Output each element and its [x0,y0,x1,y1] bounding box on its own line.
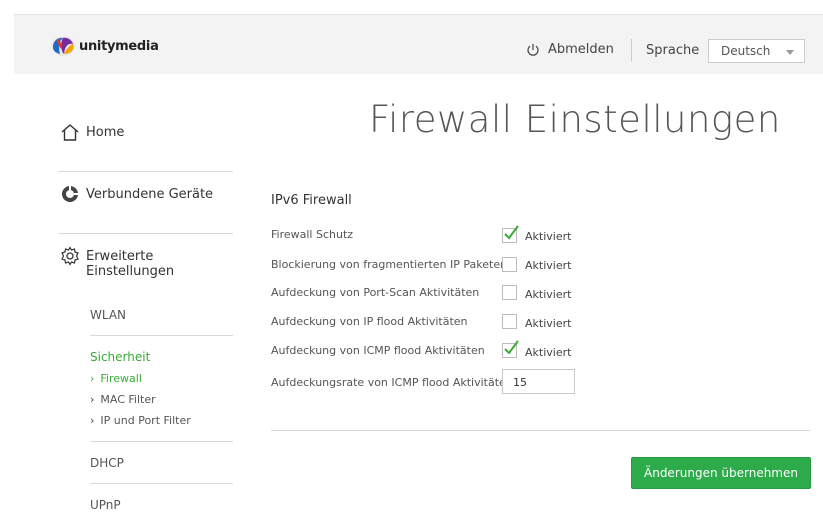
logout-label: Abmelden [548,42,614,57]
sidebar-item-label: Erweiterte Einstellungen [86,249,175,279]
firewall-protection-checkbox[interactable] [502,225,519,243]
devices-icon [62,185,79,202]
chevron-down-icon [786,50,794,55]
sidebar-item-advanced-settings[interactable]: Erweiterte Einstellungen [58,234,233,296]
sidebar-item-label: Home [86,125,125,140]
ip-flood-detection-checkbox[interactable] [502,314,517,329]
chevron-right-icon: › [90,393,95,406]
sidebar-item-wlan[interactable]: WLAN [90,294,233,336]
icmp-flood-detection-checkbox[interactable] [502,340,519,358]
chevron-right-icon: › [90,414,95,427]
rate-label: Aufdeckungsrate von ICMP flood Aktivität… [271,376,513,389]
sidebar-leaf-label: Firewall [100,372,142,385]
checkbox-status-label: Aktiviert [525,230,572,243]
setting-label: Aufdeckung von IP flood Aktivitäten [271,315,468,328]
icmp-flood-rate-input[interactable]: 15 [502,369,575,394]
setting-label: Aufdeckung von Port-Scan Aktivitäten [271,286,480,299]
block-fragmented-ip-checkbox[interactable] [502,257,517,272]
sidebar-item-label: Sicherheit [90,350,151,364]
brand-logo[interactable]: unitymedia [50,35,159,57]
sidebar-item-security[interactable]: Sicherheit › Firewall › MAC Filter › IP … [90,336,233,442]
logout-button[interactable]: Abmelden [526,42,614,57]
checkbox-status-label: Aktiviert [525,317,572,330]
sidebar: Home Verbundene Geräte Erweiterte Einste… [58,110,233,524]
checkmark-icon [504,225,519,240]
unitymedia-logo-icon [51,36,76,56]
header-divider [631,39,632,61]
checkbox-status-label: Aktiviert [525,259,572,272]
sidebar-item-upnp[interactable]: UPnP [90,484,233,524]
language-select-value: Deutsch [721,44,771,58]
sidebar-item-firewall[interactable]: › Firewall [90,372,233,385]
checkmark-icon [504,340,519,355]
apply-changes-button[interactable]: Änderungen übernehmen [631,457,811,489]
language-select[interactable]: Deutsch [708,39,805,63]
section-divider [271,430,810,431]
sidebar-item-label: WLAN [90,308,127,322]
setting-label: Blockierung von fragmentierten IP Pakete… [271,258,508,271]
setting-label: Aufdeckung von ICMP flood Aktivitäten [271,344,485,357]
header-bar: unitymedia Abmelden Sprache Deutsch [14,14,823,74]
checkbox-status-label: Aktiviert [525,288,572,301]
page-title: Firewall Einstellungen [369,98,781,141]
sidebar-leaf-label: IP und Port Filter [100,414,191,427]
setting-label: Firewall Schutz [271,228,354,241]
sidebar-leaf-label: MAC Filter [100,393,156,406]
sidebar-item-mac-filter[interactable]: › MAC Filter [90,393,233,406]
sidebar-item-label: UPnP [90,498,121,512]
power-icon [527,43,539,56]
sidebar-item-home[interactable]: Home [58,110,233,172]
sidebar-item-dhcp[interactable]: DHCP [90,442,233,484]
sidebar-item-label: DHCP [90,456,124,470]
sidebar-item-connected-devices[interactable]: Verbundene Geräte [58,172,233,234]
port-scan-detection-checkbox[interactable] [502,285,517,300]
home-icon [61,124,79,141]
checkbox-status-label: Aktiviert [525,346,572,359]
brand-name: unitymedia [79,38,159,54]
sidebar-item-ip-port-filter[interactable]: › IP und Port Filter [90,414,233,427]
section-title: IPv6 Firewall [271,193,352,208]
language-label: Sprache [646,43,700,58]
chevron-right-icon: › [90,372,95,385]
gear-icon [61,246,79,266]
sidebar-item-label: Verbundene Geräte [86,187,214,202]
